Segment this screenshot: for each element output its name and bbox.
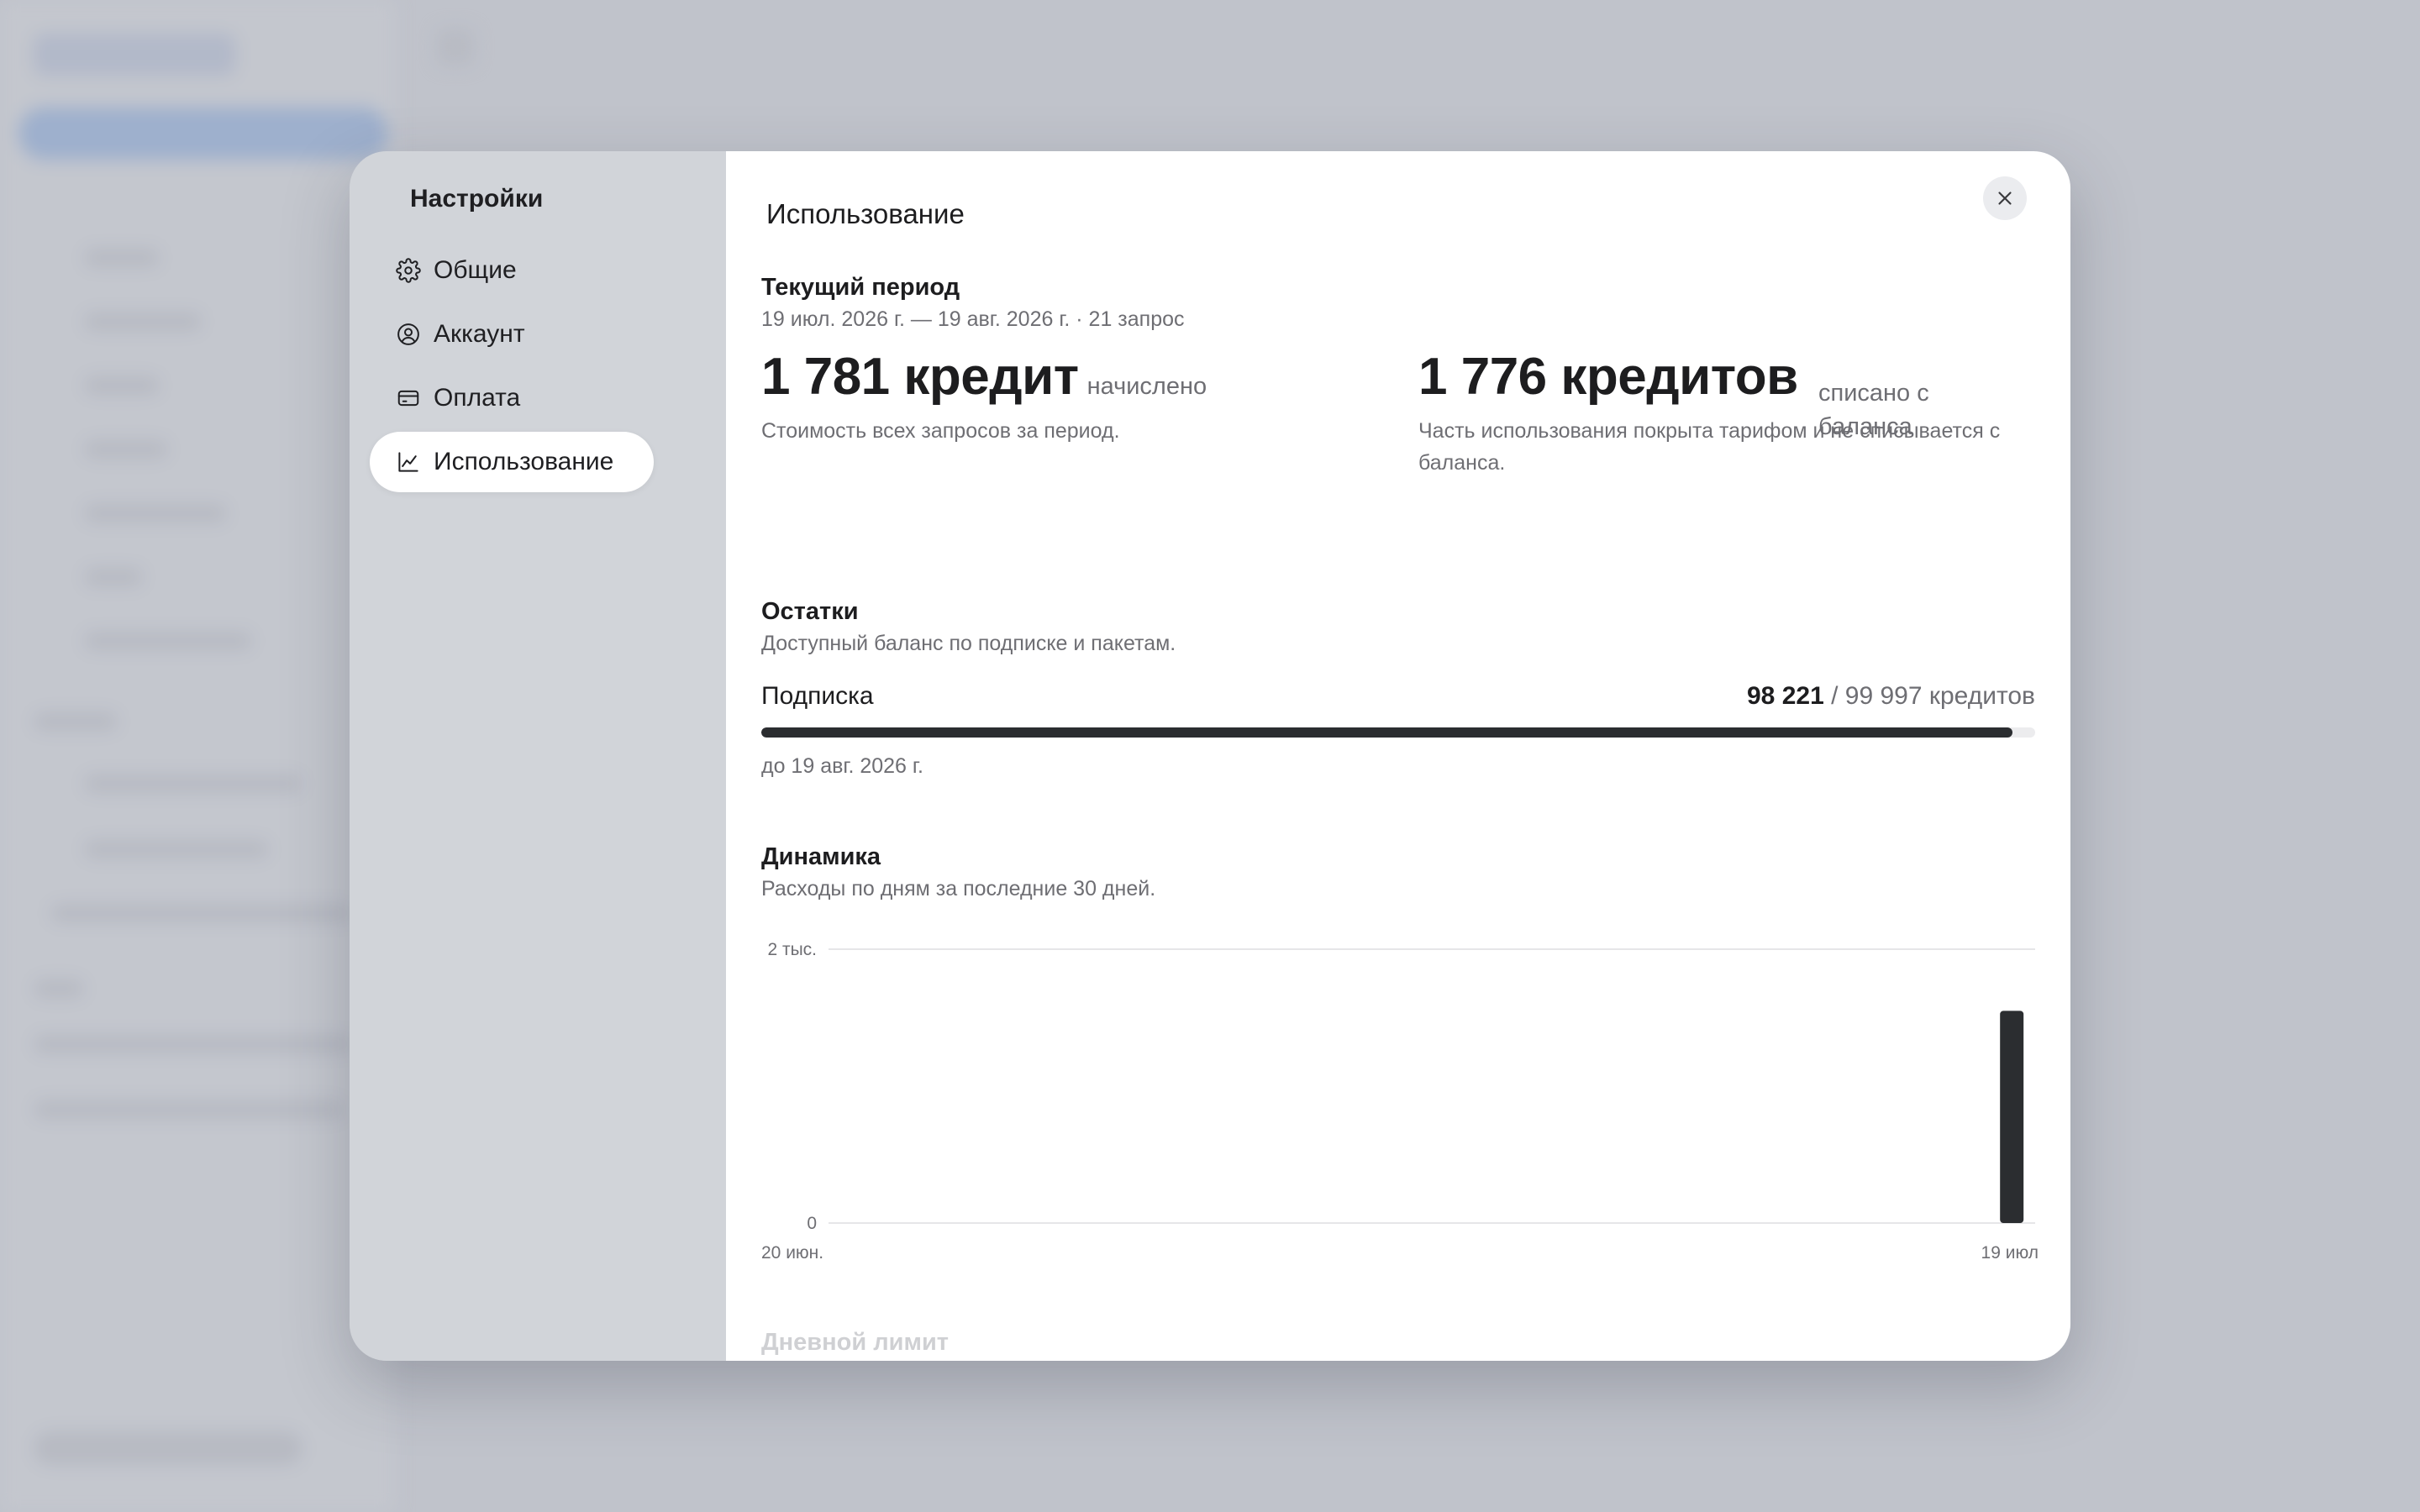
dynamics-heading: Динамика (761, 843, 881, 870)
current-period-range: 19 июл. 2026 г. — 19 авг. 2026 г. · 21 з… (761, 307, 1185, 331)
chart-bar (2000, 1011, 2024, 1223)
usage-panel: Использование Текущий период 19 июл. 202… (726, 151, 2070, 1361)
y-tick-label: 2 тыс. (767, 940, 817, 959)
subscription-until: до 19 авг. 2026 г. (761, 754, 923, 778)
daily-spend-chart-svg: 0 2 тыс. 20 июн. 19 июл (761, 940, 2039, 1263)
x-tick-label: 19 июл (1981, 1243, 2039, 1263)
settings-title: Настройки (410, 185, 544, 213)
dynamics-section: Динамика Расходы по дням за последние 30… (761, 840, 2035, 904)
accrued-amount: 1 781 кредит (761, 348, 1079, 406)
totals-section: 1 781 кредит начислено Стоимость всех за… (761, 351, 2035, 544)
subscription-amount: 98 221 / 99 997 кредитов (1747, 682, 2035, 711)
nav-item-label: Аккаунт (434, 320, 525, 348)
subscription-progress-fill (761, 727, 2012, 738)
charged-suffix: списано с баланса (1818, 380, 1929, 440)
accrued-suffix: начислено (1086, 373, 1207, 400)
nav-item-general[interactable]: Общие (370, 240, 654, 301)
close-button[interactable] (1983, 176, 2027, 220)
daily-limit-heading: Дневной лимит (761, 1329, 949, 1356)
chart-line-icon (395, 449, 422, 475)
accrued-total: 1 781 кредит начислено Стоимость всех за… (761, 351, 1400, 447)
page-title: Использование (766, 198, 965, 229)
current-period-section: Текущий период 19 июл. 2026 г. — 19 авг.… (761, 270, 2035, 334)
subscription-label: Подписка (761, 682, 874, 710)
nav-item-account[interactable]: Аккаунт (370, 304, 654, 365)
current-period-heading: Текущий период (761, 274, 960, 301)
settings-modal: Настройки Общие Аккаунт Оплата Использов… (350, 151, 2070, 1361)
y-tick-label: 0 (807, 1214, 817, 1233)
close-icon (1998, 192, 2012, 205)
nav-item-label: Использование (434, 448, 614, 475)
balance-heading: Остатки (761, 598, 859, 625)
nav-item-label: Оплата (434, 384, 521, 412)
daily-spend-chart: 0 2 тыс. 20 июн. 19 июл (761, 932, 2039, 1268)
subscription-remaining: 98 221 (1747, 682, 1824, 710)
user-circle-icon (395, 321, 422, 348)
charged-amount: 1 776 кредитов (1418, 348, 1798, 406)
nav-item-label: Общие (434, 256, 517, 284)
accrued-note: Стоимость всех запросов за период. (761, 419, 1120, 443)
nav-item-usage[interactable]: Использование (370, 432, 654, 492)
subscription-progress (761, 727, 2035, 738)
balance-subtitle: Доступный баланс по подписке и пакетам. (761, 632, 1176, 655)
subscription-row: Подписка 98 221 / 99 997 кредитов (761, 682, 2035, 711)
charged-total: 1 776 кредитов списано с баланса Часть и… (1418, 351, 2040, 479)
x-tick-label: 20 июн. (761, 1243, 823, 1263)
balance-section: Остатки Доступный баланс по подписке и п… (761, 595, 2035, 779)
card-icon (395, 385, 422, 412)
dynamics-subtitle: Расходы по дням за последние 30 дней. (761, 877, 1156, 900)
gear-icon (395, 257, 422, 284)
settings-sidebar: Настройки Общие Аккаунт Оплата Использов… (350, 151, 726, 1361)
subscription-total: / 99 997 кредитов (1831, 682, 2035, 710)
nav-item-billing[interactable]: Оплата (370, 368, 654, 428)
